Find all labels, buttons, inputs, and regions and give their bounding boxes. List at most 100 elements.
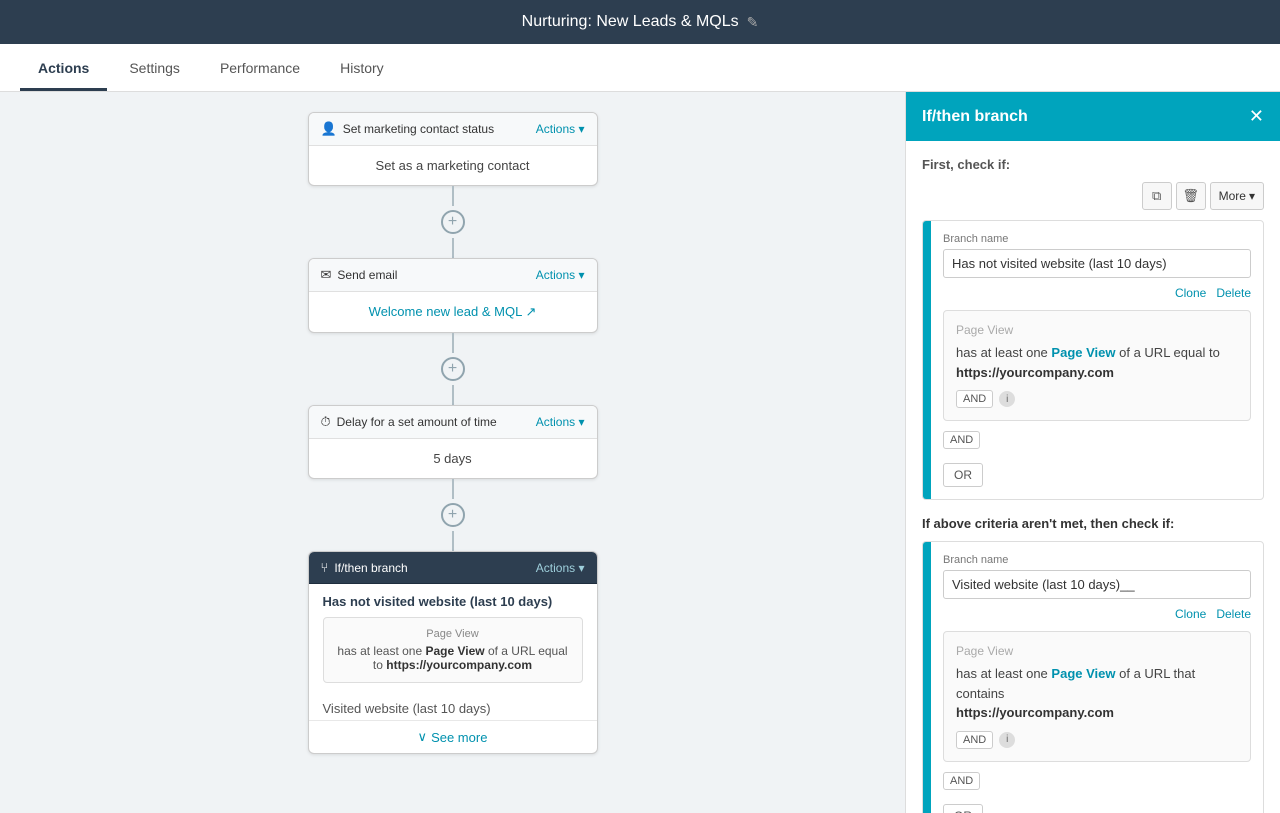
condition-link-1[interactable]: Page View xyxy=(1051,345,1115,360)
connector-1 xyxy=(452,186,454,206)
clock-icon: ⏱ xyxy=(321,414,331,430)
workflow-title: Nurturing: New Leads & MQLs xyxy=(522,13,739,31)
condition-panel-box-2: Page View has at least one Page View of … xyxy=(943,631,1251,762)
node-title-email: Send email xyxy=(337,268,397,282)
tab-actions[interactable]: Actions xyxy=(20,48,107,91)
and-standalone-1: AND xyxy=(943,431,1251,449)
add-button-1[interactable]: + xyxy=(441,210,465,234)
delete-button-2[interactable]: Delete xyxy=(1216,607,1251,621)
connector-4 xyxy=(452,385,454,405)
and-row-2: AND i xyxy=(956,731,1238,749)
panel-close-button[interactable]: ✕ xyxy=(1249,106,1264,127)
mini-condition-title-1: Page View xyxy=(336,628,570,640)
person-icon: 👤 xyxy=(321,121,337,137)
branch-name-label-2: Branch name xyxy=(943,554,1251,566)
or-btn-2[interactable]: OR xyxy=(943,804,983,813)
visited-section: Visited website (last 10 days) xyxy=(309,693,597,720)
node-title-marketing: Set marketing contact status xyxy=(343,122,494,136)
panel-header: If/then branch ✕ xyxy=(906,92,1280,141)
actions-btn-delay[interactable]: Actions ▾ xyxy=(536,415,585,429)
node-delay: ⏱ Delay for a set amount of time Actions… xyxy=(308,405,598,479)
node-title-delay: Delay for a set amount of time xyxy=(337,415,497,429)
email-link[interactable]: Welcome new lead & MQL ↗ xyxy=(369,304,537,319)
delete-icon: 🗑 xyxy=(1182,188,1199,204)
node-title-ifthen: If/then branch xyxy=(334,561,407,575)
clone-delete-row-2: Clone Delete xyxy=(943,607,1251,621)
clone-button-2[interactable]: Clone xyxy=(1175,607,1206,621)
panel-title: If/then branch xyxy=(922,108,1028,126)
connector-5 xyxy=(452,479,454,499)
add-button-3[interactable]: + xyxy=(441,503,465,527)
mini-condition-body-1: has at least one Page View of a URL equa… xyxy=(336,644,570,672)
more-dropdown-button[interactable]: More ▾ xyxy=(1210,182,1264,210)
workflow-canvas[interactable]: 👤 Set marketing contact status Actions ▾… xyxy=(0,92,905,813)
clone-delete-row-1: Clone Delete xyxy=(943,286,1251,300)
node-if-then: ⑂ If/then branch Actions ▾ Has not visit… xyxy=(308,551,598,754)
delete-toolbar-button[interactable]: 🗑 xyxy=(1176,182,1206,210)
actions-btn-ifthen[interactable]: Actions ▾ xyxy=(536,561,585,575)
toolbar-row: ⧉ 🗑 More ▾ xyxy=(922,182,1264,210)
panel-body: First, check if: ⧉ 🗑 More ▾ Bran xyxy=(906,141,1280,813)
condition-link-2[interactable]: Page View xyxy=(1051,666,1115,681)
main-layout: 👤 Set marketing contact status Actions ▾… xyxy=(0,92,1280,813)
tab-history[interactable]: History xyxy=(322,48,402,91)
more-chevron-icon: ▾ xyxy=(1249,189,1255,203)
branch-name-label-1: Branch name xyxy=(943,233,1251,245)
info-icon-2[interactable]: i xyxy=(999,732,1015,748)
teal-bar-2 xyxy=(923,542,931,813)
if-above-label: If above criteria aren't met, then check… xyxy=(922,516,1264,531)
connector-6 xyxy=(452,531,454,551)
or-standalone-2: OR xyxy=(943,796,1251,813)
tab-performance[interactable]: Performance xyxy=(202,48,318,91)
see-more-chevron: ∨ xyxy=(418,729,428,745)
right-panel: If/then branch ✕ First, check if: ⧉ 🗑 Mo… xyxy=(905,92,1280,813)
edit-title-icon[interactable]: ✎ xyxy=(747,14,759,31)
nav-tabs: Actions Settings Performance History xyxy=(0,44,1280,92)
and-badge-2a[interactable]: AND xyxy=(956,731,993,749)
node-header-ifthen: ⑂ If/then branch Actions ▾ xyxy=(309,552,597,584)
and-badge-1a[interactable]: AND xyxy=(956,390,993,408)
branch-panel-content-2: Branch name Clone Delete Page View has a… xyxy=(931,542,1263,813)
or-btn-1[interactable]: OR xyxy=(943,463,983,487)
and-standalone-2: AND xyxy=(943,772,1251,790)
connector-2 xyxy=(452,238,454,258)
delete-button-1[interactable]: Delete xyxy=(1216,286,1251,300)
condition-panel-title-1: Page View xyxy=(956,323,1238,337)
condition-url-panel-2: https://yourcompany.com xyxy=(956,705,1114,720)
node-body-delay: 5 days xyxy=(309,439,597,478)
node-header-email: ✉ Send email Actions ▾ xyxy=(309,259,597,292)
condition-url-1: https://yourcompany.com xyxy=(386,658,532,672)
see-more-button[interactable]: ∨ See more xyxy=(309,720,597,753)
info-icon-1[interactable]: i xyxy=(999,391,1015,407)
see-more-label: See more xyxy=(431,730,487,745)
actions-btn-email[interactable]: Actions ▾ xyxy=(536,268,585,282)
condition-panel-title-2: Page View xyxy=(956,644,1238,658)
tab-settings[interactable]: Settings xyxy=(111,48,198,91)
condition-text-2: has at least one Page View of a URL that… xyxy=(956,664,1238,723)
branch-name-input-1[interactable] xyxy=(943,249,1251,278)
actions-btn-marketing[interactable]: Actions ▾ xyxy=(536,122,585,136)
branch-section-1: Has not visited website (last 10 days) P… xyxy=(309,584,597,693)
condition-url-panel-1: https://yourcompany.com xyxy=(956,365,1114,380)
condition-text-prefix-1: has at least one xyxy=(956,345,1048,360)
node-body-email: Welcome new lead & MQL ↗ xyxy=(309,292,597,332)
node-header-delay: ⏱ Delay for a set amount of time Actions… xyxy=(309,406,597,439)
node-header-marketing: 👤 Set marketing contact status Actions ▾ xyxy=(309,113,597,146)
branch-panel-content-1: Branch name Clone Delete Page View has a… xyxy=(931,221,1263,499)
first-check-label: First, check if: xyxy=(922,157,1264,172)
condition-text-prefix-2: has at least one xyxy=(956,666,1048,681)
branch-name-input-2[interactable] xyxy=(943,570,1251,599)
and-row-1: AND i xyxy=(956,390,1238,408)
connector-3 xyxy=(452,333,454,353)
clone-button-1[interactable]: Clone xyxy=(1175,286,1206,300)
copy-icon: ⧉ xyxy=(1152,188,1161,204)
condition-panel-box-1: Page View has at least one Page View of … xyxy=(943,310,1251,421)
add-button-2[interactable]: + xyxy=(441,357,465,381)
and-badge-standalone-2[interactable]: AND xyxy=(943,772,980,790)
top-bar: Nurturing: New Leads & MQLs ✎ xyxy=(0,0,1280,44)
copy-toolbar-button[interactable]: ⧉ xyxy=(1142,182,1172,210)
branch-panel-1: Branch name Clone Delete Page View has a… xyxy=(922,220,1264,500)
and-badge-standalone-1[interactable]: AND xyxy=(943,431,980,449)
branch-title-1: Has not visited website (last 10 days) xyxy=(323,594,583,609)
teal-bar-1 xyxy=(923,221,931,499)
